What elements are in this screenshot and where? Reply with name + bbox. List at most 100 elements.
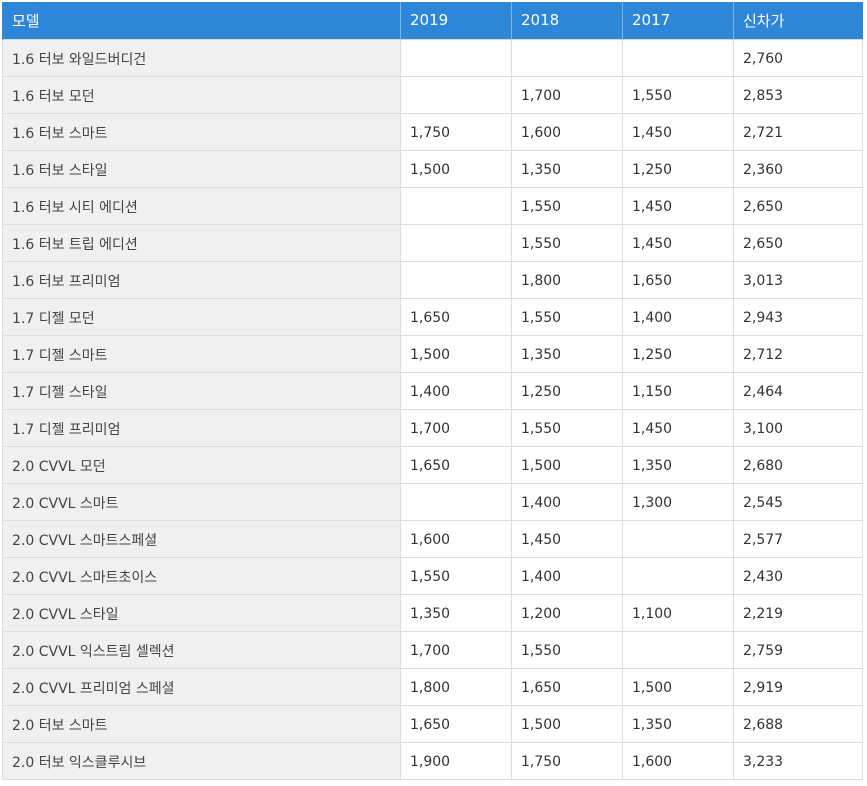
table-row: 1.6 터보 트립 에디션 1,550 1,450 2,650 <box>2 223 863 262</box>
cell-new-price: 2,943 <box>733 297 863 336</box>
cell-model: 2.0 터보 스마트 <box>2 704 401 743</box>
cell-2017: 1,350 <box>622 704 734 743</box>
cell-2018: 1,350 <box>511 149 623 188</box>
cell-2018: 1,750 <box>511 741 623 780</box>
cell-2019 <box>400 482 512 521</box>
cell-2017: 1,600 <box>622 741 734 780</box>
table-row: 2.0 CVVL 모던 1,650 1,500 1,350 2,680 <box>2 445 863 484</box>
cell-model: 1.6 터보 프리미엄 <box>2 260 401 299</box>
cell-new-price: 2,712 <box>733 334 863 373</box>
cell-new-price: 2,759 <box>733 630 863 669</box>
cell-2019: 1,600 <box>400 519 512 558</box>
cell-new-price: 3,100 <box>733 408 863 447</box>
cell-model: 1.6 터보 스마트 <box>2 112 401 151</box>
cell-model: 2.0 터보 익스클루시브 <box>2 741 401 780</box>
table-body: 1.6 터보 와일드버디건 2,760 1.6 터보 모던 1,700 1,550 2,8… <box>2 38 863 780</box>
cell-model: 1.7 디젤 프리미엄 <box>2 408 401 447</box>
table-row: 1.7 디젤 프리미엄 1,700 1,550 1,450 3,100 <box>2 408 863 447</box>
cell-2019: 1,500 <box>400 149 512 188</box>
cell-new-price: 3,233 <box>733 741 863 780</box>
cell-model: 1.7 디젤 모던 <box>2 297 401 336</box>
cell-2018: 1,500 <box>511 704 623 743</box>
cell-2017: 1,250 <box>622 149 734 188</box>
table-row: 2.0 CVVL 스마트초이스 1,550 1,400 2,430 <box>2 556 863 595</box>
cell-new-price: 2,919 <box>733 667 863 706</box>
cell-2017 <box>622 556 734 595</box>
cell-2017: 1,300 <box>622 482 734 521</box>
cell-2017: 1,100 <box>622 593 734 632</box>
cell-new-price: 2,219 <box>733 593 863 632</box>
price-table: 모델 2019 2018 2017 신차가 1.6 터보 와일드버디건 2,760… <box>2 2 863 780</box>
cell-new-price: 2,650 <box>733 223 863 262</box>
table-row: 2.0 터보 스마트 1,650 1,500 1,350 2,688 <box>2 704 863 743</box>
cell-2018: 1,550 <box>511 297 623 336</box>
cell-2017: 1,500 <box>622 667 734 706</box>
cell-2018: 1,250 <box>511 371 623 410</box>
cell-2018: 1,600 <box>511 112 623 151</box>
cell-new-price: 2,680 <box>733 445 863 484</box>
cell-2017: 1,450 <box>622 408 734 447</box>
cell-model: 2.0 CVVL 익스트림 셀렉션 <box>2 630 401 669</box>
cell-2019: 1,550 <box>400 556 512 595</box>
price-table-container: 모델 2019 2018 2017 신차가 1.6 터보 와일드버디건 2,760… <box>2 2 863 780</box>
table-row: 2.0 CVVL 프리미엄 스페셜 1,800 1,650 1,500 2,919 <box>2 667 863 706</box>
table-row: 2.0 CVVL 익스트림 셀렉션 1,700 1,550 2,759 <box>2 630 863 669</box>
table-row: 1.6 터보 프리미엄 1,800 1,650 3,013 <box>2 260 863 299</box>
cell-2019: 1,650 <box>400 297 512 336</box>
cell-new-price: 2,721 <box>733 112 863 151</box>
cell-2019 <box>400 260 512 299</box>
cell-model: 1.6 터보 시티 에디션 <box>2 186 401 225</box>
cell-model: 2.0 CVVL 스타일 <box>2 593 401 632</box>
cell-2019 <box>400 38 512 77</box>
cell-model: 2.0 CVVL 모던 <box>2 445 401 484</box>
cell-new-price: 2,688 <box>733 704 863 743</box>
table-row: 1.6 터보 시티 에디션 1,550 1,450 2,650 <box>2 186 863 225</box>
cell-2017 <box>622 38 734 77</box>
cell-2019: 1,400 <box>400 371 512 410</box>
cell-model: 2.0 CVVL 프리미엄 스페셜 <box>2 667 401 706</box>
table-row: 1.6 터보 와일드버디건 2,760 <box>2 38 863 77</box>
cell-2018: 1,400 <box>511 556 623 595</box>
header-new-price: 신차가 <box>733 2 863 39</box>
cell-new-price: 2,464 <box>733 371 863 410</box>
cell-2017 <box>622 630 734 669</box>
cell-model: 1.7 디젤 스타일 <box>2 371 401 410</box>
cell-2017: 1,550 <box>622 75 734 114</box>
cell-2019: 1,750 <box>400 112 512 151</box>
cell-2019: 1,350 <box>400 593 512 632</box>
header-year-2018: 2018 <box>511 2 623 39</box>
cell-new-price: 3,013 <box>733 260 863 299</box>
table-row: 1.6 터보 스마트 1,750 1,600 1,450 2,721 <box>2 112 863 151</box>
cell-2018: 1,800 <box>511 260 623 299</box>
cell-new-price: 2,853 <box>733 75 863 114</box>
cell-2018: 1,550 <box>511 408 623 447</box>
header-year-2017: 2017 <box>622 2 734 39</box>
cell-2017: 1,150 <box>622 371 734 410</box>
table-row: 2.0 CVVL 스마트 1,400 1,300 2,545 <box>2 482 863 521</box>
cell-model: 1.6 터보 트립 에디션 <box>2 223 401 262</box>
cell-new-price: 2,360 <box>733 149 863 188</box>
cell-new-price: 2,430 <box>733 556 863 595</box>
cell-2019 <box>400 186 512 225</box>
cell-2018: 1,550 <box>511 630 623 669</box>
cell-2017: 1,450 <box>622 186 734 225</box>
cell-2019 <box>400 75 512 114</box>
cell-2018: 1,450 <box>511 519 623 558</box>
cell-2017: 1,450 <box>622 223 734 262</box>
cell-2018: 1,500 <box>511 445 623 484</box>
cell-2018: 1,700 <box>511 75 623 114</box>
cell-2019: 1,900 <box>400 741 512 780</box>
cell-2019: 1,650 <box>400 445 512 484</box>
table-row: 1.7 디젤 스타일 1,400 1,250 1,150 2,464 <box>2 371 863 410</box>
cell-2017 <box>622 519 734 558</box>
cell-2019: 1,650 <box>400 704 512 743</box>
cell-2019: 1,800 <box>400 667 512 706</box>
cell-2019: 1,500 <box>400 334 512 373</box>
header-model: 모델 <box>2 2 401 39</box>
header-row: 모델 2019 2018 2017 신차가 <box>2 2 863 39</box>
table-row: 1.6 터보 모던 1,700 1,550 2,853 <box>2 75 863 114</box>
cell-model: 1.6 터보 스타일 <box>2 149 401 188</box>
cell-2018: 1,400 <box>511 482 623 521</box>
table-row: 2.0 CVVL 스타일 1,350 1,200 1,100 2,219 <box>2 593 863 632</box>
cell-model: 2.0 CVVL 스마트초이스 <box>2 556 401 595</box>
